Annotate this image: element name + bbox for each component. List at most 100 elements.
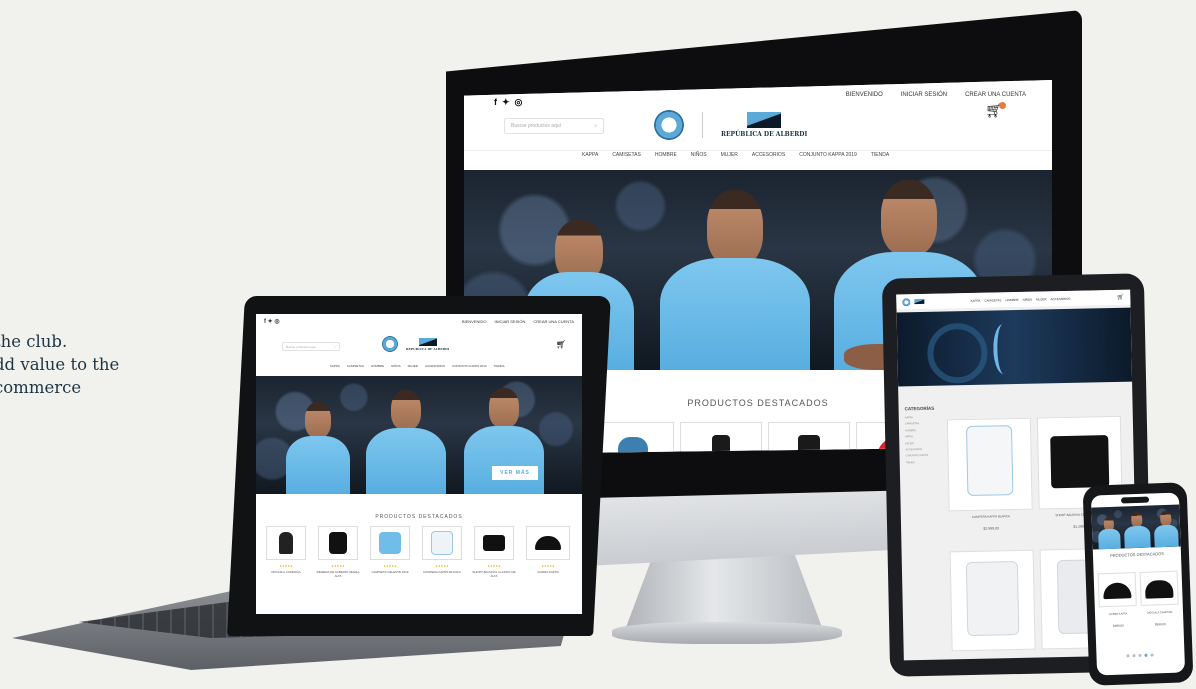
- product-card[interactable]: [1139, 570, 1179, 606]
- login-link[interactable]: INICIAR SESIÓN: [494, 319, 525, 324]
- product-info: GORRA KAPPA $999,00: [1099, 612, 1138, 628]
- nav-item-hombre[interactable]: HOMBRE: [1005, 297, 1018, 301]
- cart-icon[interactable]: 🛒︎: [556, 340, 566, 349]
- nav-item-mujer[interactable]: MUJER: [408, 364, 418, 368]
- hero-banner: [896, 307, 1133, 387]
- carousel-dot[interactable]: [1138, 653, 1142, 658]
- instagram-icon[interactable]: ◎: [515, 97, 523, 108]
- nav-item-camisetas[interactable]: CAMISETAS: [347, 364, 364, 368]
- search-input[interactable]: Buscar productos aquí ⌕: [282, 342, 340, 351]
- brand-logo[interactable]: REPÚBLICA DE ALBERDI: [406, 337, 449, 351]
- product-name[interactable]: CAMPERA KAPPA BLANCA: [949, 514, 1033, 520]
- nav-item-camisetas[interactable]: CAMISETAS: [612, 152, 641, 158]
- nav-item-accesorios[interactable]: ACCESORIOS: [752, 152, 785, 158]
- category-item[interactable]: TIENDA: [906, 459, 940, 466]
- club-crest-logo[interactable]: [902, 297, 911, 306]
- nav-item-mujer[interactable]: MUJER: [721, 152, 738, 158]
- cart-icon[interactable]: 🛒︎: [985, 102, 1006, 119]
- phone-website: PRODUCTOS DESTACADOS GORRA KAPPA $999,00…: [1090, 492, 1186, 676]
- product-card[interactable]: ★★★★★ MOCHILA CAMPAÑA: [262, 526, 310, 586]
- product-card[interactable]: ★★★★★ CAMPERA KAPPA BLANCA: [418, 526, 466, 586]
- player-jersey: [286, 436, 350, 494]
- nav-item-kappa[interactable]: KAPPA: [970, 298, 980, 302]
- carousel-dots[interactable]: [1126, 653, 1154, 658]
- product-thumb-frame: [266, 526, 306, 560]
- carousel-dot-active[interactable]: [1144, 653, 1148, 657]
- player-jersey: [1098, 528, 1121, 550]
- nav-item-hombre[interactable]: HOMBRE: [655, 152, 677, 158]
- main-nav: KAPPA CAMISETAS HOMBRE NIÑOS MUJER ACCES…: [330, 364, 505, 368]
- login-link[interactable]: INICIAR SESIÓN: [901, 92, 947, 98]
- shirt-thumb: [965, 561, 1020, 637]
- carousel-dot[interactable]: [1126, 654, 1130, 658]
- product-card[interactable]: ★★★★★ REMERA DE ALBERDI NEGRA ALTA: [314, 526, 362, 586]
- site-logos: [902, 297, 925, 306]
- twitter-icon[interactable]: ✦: [502, 97, 510, 108]
- product-card[interactable]: [946, 417, 1033, 512]
- nav-item-tienda[interactable]: TIENDA: [871, 152, 889, 158]
- brand-logo[interactable]: REPÚBLICA DE ALBERDI: [721, 112, 807, 138]
- player-image: [286, 402, 350, 494]
- phone-notch: [1120, 496, 1150, 504]
- social-icons[interactable]: f ✦ ◎: [264, 318, 280, 325]
- nav-item-kappa[interactable]: KAPPA: [330, 364, 340, 368]
- player-jersey: [1153, 524, 1179, 548]
- nav-item-ninos[interactable]: NIÑOS: [391, 364, 401, 368]
- product-name[interactable]: CAMPERA KAPPA BLANCA: [418, 570, 466, 574]
- cap-thumb: [1102, 582, 1132, 600]
- product-card[interactable]: ★★★★★ SHORT BALDIVIA CLASSIC DE ALTA: [470, 526, 518, 586]
- nav-item-tienda[interactable]: TIENDA: [494, 364, 505, 368]
- carousel-dot[interactable]: [1132, 654, 1136, 658]
- product-card[interactable]: [949, 549, 1036, 652]
- category-list: KAPPA CAMISETAS HOMBRE NIÑOS MUJER ACCES…: [905, 415, 940, 467]
- nav-item-kappa[interactable]: KAPPA: [582, 152, 598, 158]
- product-name[interactable]: MOCHILA CAMPAÑA: [1141, 611, 1179, 615]
- product-name[interactable]: SHORT BALDIVIA CLASSIC DE ALTA: [470, 570, 518, 578]
- nav-item-mujer[interactable]: MUJER: [1036, 297, 1046, 301]
- player-jersey: [366, 428, 446, 494]
- flag-icon: [914, 298, 925, 305]
- featured-title: PRODUCTOS DESTACADOS: [1109, 551, 1164, 558]
- see-more-button[interactable]: VER MÁS: [492, 466, 538, 480]
- product-card[interactable]: ★★★★★ CAMISETA CELESTE 2019: [366, 526, 414, 586]
- nav-item-accesorios[interactable]: ACCESORIOS: [425, 364, 445, 368]
- carousel-dot[interactable]: [1150, 653, 1154, 657]
- welcome-link[interactable]: BIENVENIDO: [846, 92, 883, 98]
- search-icon[interactable]: ⌕: [334, 345, 336, 349]
- search-input[interactable]: Buscar productos aquí ⌕: [504, 118, 604, 134]
- player-head: [707, 190, 763, 266]
- product-name[interactable]: REMERA DE ALBERDI NEGRA ALTA: [314, 570, 362, 578]
- product-name[interactable]: GORRA KAPPA: [522, 570, 574, 574]
- imac-base: [612, 622, 842, 644]
- product-card[interactable]: [1097, 572, 1137, 608]
- product-price: $999,00: [1112, 623, 1124, 628]
- facebook-icon[interactable]: f: [494, 97, 497, 108]
- product-name[interactable]: GORRA KAPPA: [1099, 612, 1137, 616]
- welcome-link[interactable]: BIENVENIDO: [462, 319, 487, 324]
- categories-sidebar: CATEGORÍAS KAPPA CAMISETAS HOMBRE NIÑOS …: [905, 406, 940, 467]
- nav-item-conjunto[interactable]: CONJUNTO KAPPA 2019: [452, 364, 487, 368]
- nav-item-conjunto[interactable]: CONJUNTO KAPPA 2019: [799, 152, 857, 158]
- player-jersey: [464, 426, 544, 494]
- product-name[interactable]: MOCHILA CAMPAÑA: [262, 570, 310, 574]
- player-head: [489, 388, 519, 428]
- cart-icon[interactable]: 🛒︎: [1117, 294, 1125, 301]
- nav-item-camisetas[interactable]: CAMISETAS: [984, 298, 1001, 302]
- product-card[interactable]: ★★★★★ GORRA KAPPA: [522, 526, 574, 586]
- nav-item-accesorios[interactable]: ACCESORIOS: [1050, 296, 1070, 300]
- account-links: BIENVENIDO INICIAR SESIÓN CREAR UNA CUEN…: [462, 319, 574, 324]
- rating-stars: ★★★★★: [383, 564, 397, 568]
- nav-item-ninos[interactable]: NIÑOS: [691, 152, 707, 158]
- register-link[interactable]: CREAR UNA CUENTA: [965, 92, 1026, 98]
- club-crest-logo[interactable]: [654, 110, 684, 140]
- product-name[interactable]: CAMISETA CELESTE 2019: [366, 570, 414, 574]
- club-crest-logo[interactable]: [382, 336, 398, 352]
- site-topbar: f ✦ ◎ BIENVENIDO INICIAR SESIÓN CREAR UN…: [256, 314, 582, 328]
- nav-item-hombre[interactable]: HOMBRE: [371, 364, 384, 368]
- search-icon[interactable]: ⌕: [594, 123, 597, 129]
- register-link[interactable]: CREAR UNA CUENTA: [533, 319, 574, 324]
- nav-item-ninos[interactable]: NIÑOS: [1023, 297, 1033, 301]
- product-price: $999,00: [1154, 622, 1166, 627]
- search-placeholder: Buscar productos aquí: [286, 344, 317, 349]
- hero-banner: [1091, 504, 1181, 550]
